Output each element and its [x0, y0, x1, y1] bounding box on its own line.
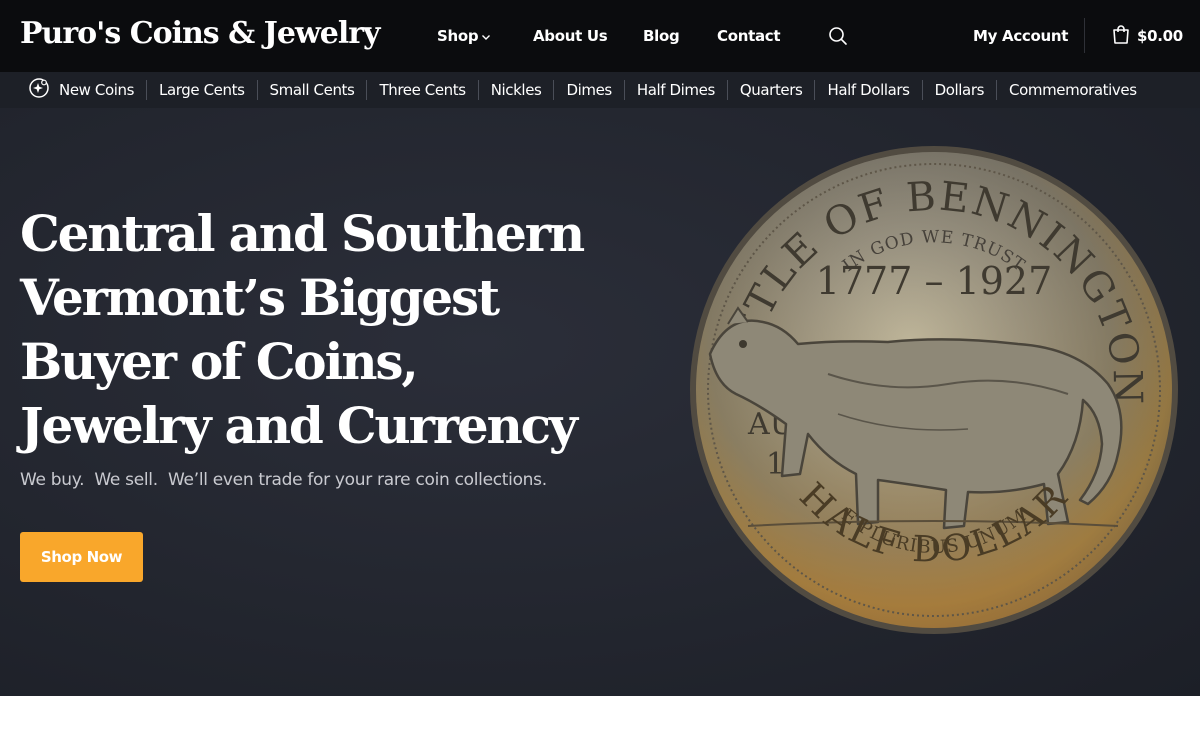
- cart-total: $0.00: [1137, 27, 1183, 45]
- category-new-coins[interactable]: New Coins: [28, 77, 146, 103]
- category-half-dimes[interactable]: Half Dimes: [623, 80, 727, 100]
- category-bar: New Coins Large Cents Small Cents Three …: [0, 72, 1200, 108]
- category-nickles[interactable]: Nickles: [477, 80, 554, 100]
- nav-shop[interactable]: Shop: [437, 24, 491, 48]
- category-dollars[interactable]: Dollars: [921, 80, 996, 100]
- site-header: Puro's Coins & Jewelry Shop About Us Blo…: [0, 0, 1200, 72]
- nav-blog[interactable]: Blog: [643, 24, 680, 48]
- nav-my-account[interactable]: My Account: [973, 24, 1068, 48]
- header-divider: [1084, 18, 1085, 53]
- category-label: New Coins: [59, 81, 135, 99]
- category-large-cents[interactable]: Large Cents: [146, 80, 256, 100]
- category-three-cents[interactable]: Three Cents: [366, 80, 477, 100]
- category-dimes[interactable]: Dimes: [553, 80, 623, 100]
- coin-image: BATTLE OF BENNINGTON IN GOD WE TRUST 177…: [688, 144, 1178, 634]
- cart-button[interactable]: $0.00: [1112, 24, 1183, 48]
- category-quarters[interactable]: Quarters: [726, 80, 815, 100]
- category-small-cents[interactable]: Small Cents: [256, 80, 367, 100]
- nav-shop-label: Shop: [437, 27, 479, 45]
- shop-now-button[interactable]: Shop Now: [20, 532, 143, 582]
- hero-subtitle: We buy. We sell. We’ll even trade for yo…: [20, 470, 547, 490]
- page-content-area: [0, 696, 1200, 740]
- hero-section: Central and Southern Vermont’s Biggest B…: [0, 108, 1200, 696]
- sparkle-badge-icon: [28, 77, 59, 103]
- category-commemoratives[interactable]: Commemoratives: [996, 80, 1149, 100]
- search-icon[interactable]: [828, 26, 848, 46]
- chevron-down-icon: [481, 25, 491, 49]
- nav-about-us[interactable]: About Us: [533, 24, 608, 48]
- shopping-bag-icon: [1112, 24, 1137, 48]
- nav-contact[interactable]: Contact: [717, 24, 781, 48]
- coin-years: 1777 – 1927: [816, 259, 1053, 303]
- hero-title: Central and Southern Vermont’s Biggest B…: [20, 204, 585, 455]
- category-half-dollars[interactable]: Half Dollars: [814, 80, 921, 100]
- site-logo[interactable]: Puro's Coins & Jewelry: [20, 14, 380, 54]
